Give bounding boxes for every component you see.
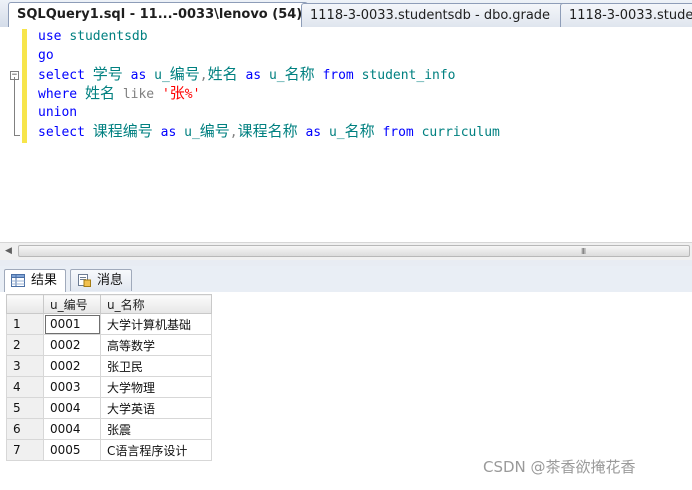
cell-u-name[interactable]: C语言程序设计 xyxy=(100,439,212,461)
code-line-3: select 学号 as u_编号,姓名 as u_名称 from studen… xyxy=(38,65,456,83)
row-number[interactable]: 2 xyxy=(6,334,44,356)
results-tab-bar: 结果 消息 xyxy=(0,266,692,293)
row-number[interactable]: 6 xyxy=(6,418,44,440)
cell-u-id[interactable]: 0005 xyxy=(43,439,101,461)
tab-results-label: 结果 xyxy=(31,273,58,288)
code-line-6: select 课程编号 as u_编号,课程名称 as u_名称 from cu… xyxy=(38,122,500,140)
grid-icon xyxy=(11,274,25,287)
grid-corner[interactable] xyxy=(6,294,44,314)
code-line-2: go xyxy=(38,48,54,63)
cell-u-id[interactable]: 0002 xyxy=(43,334,101,356)
cell-u-name[interactable]: 大学英语 xyxy=(100,397,212,419)
table-row: 2 0002 高等数学 xyxy=(6,334,212,356)
column-header-u-name[interactable]: u_名称 xyxy=(100,294,212,314)
row-number[interactable]: 4 xyxy=(6,376,44,398)
table-row: 5 0004 大学英语 xyxy=(6,397,212,419)
document-tab-strip: SQLQuery1.sql - 11...-0033\lenovo (54))*… xyxy=(0,0,692,28)
scrollbar-thumb[interactable]: III xyxy=(18,245,690,257)
table-row: 7 0005 C语言程序设计 xyxy=(6,439,212,461)
row-number[interactable]: 1 xyxy=(6,313,44,335)
code-line-4: where 姓名 like '张%' xyxy=(38,84,201,102)
column-header-u-id[interactable]: u_编号 xyxy=(43,294,101,314)
cell-u-name[interactable]: 大学物理 xyxy=(100,376,212,398)
cell-u-name[interactable]: 张卫民 xyxy=(100,355,212,377)
sql-editor[interactable]: − use studentsdb go select 学号 as u_编号,姓名… xyxy=(0,27,692,242)
message-icon xyxy=(78,274,91,287)
table-row: 3 0002 张卫民 xyxy=(6,355,212,377)
row-number[interactable]: 5 xyxy=(6,397,44,419)
cell-u-id[interactable]: 0004 xyxy=(43,418,101,440)
row-number[interactable]: 7 xyxy=(6,439,44,461)
cell-u-name[interactable]: 大学计算机基础 xyxy=(100,313,212,335)
results-grid: u_编号 u_名称 1 0001 大学计算机基础 2 0002 高等数学 3 0… xyxy=(6,294,212,461)
table-row: 4 0003 大学物理 xyxy=(6,376,212,398)
table-row: 6 0004 张震 xyxy=(6,418,212,440)
code-line-1: use studentsdb xyxy=(38,29,148,44)
tab-studentsdb[interactable]: 1118-3-0033.studen xyxy=(560,3,692,27)
cell-u-name[interactable]: 高等数学 xyxy=(100,334,212,356)
scroll-left-icon[interactable]: ◀ xyxy=(0,243,17,260)
tab-messages[interactable]: 消息 xyxy=(70,269,132,291)
fold-guide xyxy=(14,77,15,135)
cell-u-id[interactable]: 0004 xyxy=(43,397,101,419)
fold-guide-end xyxy=(14,135,20,136)
tab-messages-label: 消息 xyxy=(97,273,124,288)
scrollbar-grip: III xyxy=(581,247,586,256)
cell-u-id[interactable]: 0002 xyxy=(43,355,101,377)
cell-u-id[interactable]: 0001 xyxy=(43,313,101,335)
cell-u-id[interactable]: 0003 xyxy=(43,376,101,398)
code-line-5: union xyxy=(38,105,78,120)
table-row: 1 0001 大学计算机基础 xyxy=(6,313,212,335)
csdn-watermark: CSDN @茶香欲掩花香 xyxy=(483,458,636,476)
changed-lines-marker xyxy=(22,29,27,143)
row-number[interactable]: 3 xyxy=(6,355,44,377)
horizontal-scrollbar[interactable]: ◀ III xyxy=(0,242,692,260)
cell-u-name[interactable]: 张震 xyxy=(100,418,212,440)
tab-sqlquery1[interactable]: SQLQuery1.sql - 11...-0033\lenovo (54))* xyxy=(8,2,308,28)
tab-results[interactable]: 结果 xyxy=(4,269,66,293)
tab-grade-table[interactable]: 1118-3-0033.studentsdb - dbo.grade xyxy=(301,3,571,27)
